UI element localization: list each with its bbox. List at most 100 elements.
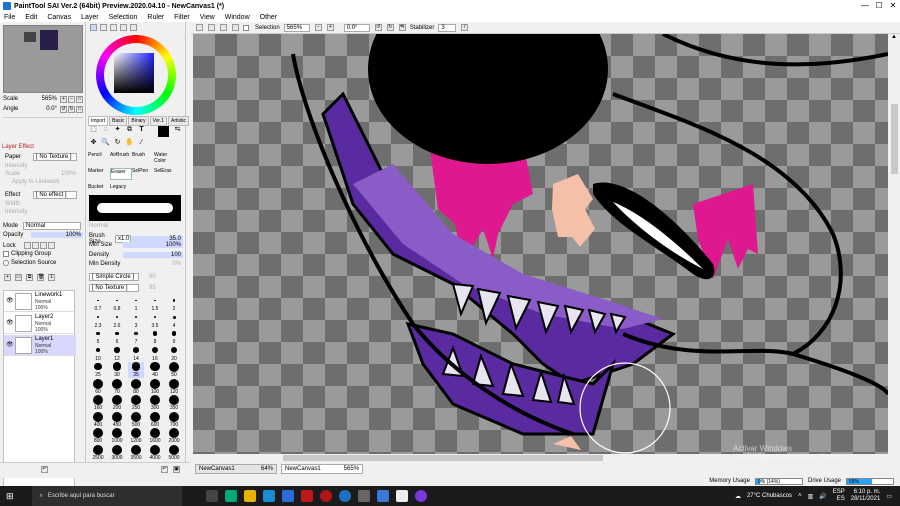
rotate-ccw-button[interactable]: ↺	[374, 24, 382, 31]
rotate-right-icon[interactable]: ↻	[68, 105, 75, 113]
brush-size-cell[interactable]: 1	[128, 296, 144, 312]
swatch-mode-icon[interactable]	[120, 24, 127, 31]
clipping-checkbox[interactable]	[3, 251, 9, 257]
brush-size-cell[interactable]: 7	[128, 329, 144, 345]
discord-icon[interactable]	[414, 490, 427, 502]
brush-size-cell[interactable]: 3.5	[147, 313, 163, 329]
new-folder-icon[interactable]: ▭	[15, 273, 22, 281]
network-icon[interactable]: ▥	[808, 493, 814, 500]
menu-edit[interactable]: Edit	[25, 14, 37, 21]
zoom-reset-icon[interactable]: □	[76, 95, 83, 103]
brush-size-cell[interactable]: 800	[90, 428, 106, 444]
tool-pencil[interactable]: Pencil	[88, 152, 110, 164]
brush-size-cell[interactable]: 1000	[109, 428, 125, 444]
brush-size-cell[interactable]: 450	[109, 411, 125, 428]
zoom-dropdown[interactable]: 565%	[283, 23, 310, 32]
doc-tab[interactable]: NewCanvas1 64%	[195, 464, 277, 474]
brush-size-cell[interactable]: 4	[166, 313, 182, 329]
brush-size-cell[interactable]: 14	[128, 346, 144, 362]
menu-selection[interactable]: Selection	[109, 14, 138, 21]
edge-icon[interactable]	[224, 490, 237, 502]
brush-size-cell[interactable]: 5000	[166, 444, 182, 461]
menu-layer[interactable]: Layer	[81, 14, 99, 21]
brush-size-cell[interactable]: 1200	[128, 428, 144, 444]
rgb-mode-icon[interactable]	[100, 24, 107, 31]
brush-size-cell[interactable]: 6	[109, 329, 125, 345]
language-indicator[interactable]: ESP ES	[833, 489, 845, 503]
brush-size-cell[interactable]: 120	[166, 378, 182, 395]
menu-file[interactable]: File	[4, 14, 15, 21]
min-density-slider[interactable]: 0%	[123, 261, 183, 267]
tool-marker[interactable]: Marker	[88, 168, 110, 180]
flip-icon[interactable]: ⇋	[398, 24, 406, 31]
minimize-button[interactable]: —	[858, 0, 872, 12]
visibility-eye-icon[interactable]: 👁	[6, 319, 14, 326]
undo-brush-icon[interactable]: ↶	[161, 466, 168, 473]
min-size-slider[interactable]: 100%	[123, 242, 183, 248]
brush-size-cell[interactable]: 700	[166, 411, 182, 428]
brush-size-cell[interactable]: 2	[166, 296, 182, 312]
merge-layer-icon[interactable]: ↧	[48, 273, 55, 281]
nav-angle-value[interactable]: 0.0°	[25, 106, 59, 112]
drawing-canvas[interactable]	[193, 34, 888, 454]
move-icon[interactable]: ✥	[88, 138, 99, 148]
toolbar-icon-b[interactable]	[208, 24, 215, 31]
brush-size-cell[interactable]: 100	[147, 378, 163, 395]
brush-size-cell[interactable]: 3	[128, 313, 144, 329]
selection-source-row[interactable]: Selection Source	[3, 260, 56, 266]
layer-row-selected[interactable]: 👁 Layer1 Normal 100%	[4, 335, 76, 356]
tab-ver1[interactable]: Ver.1	[149, 116, 167, 126]
new-layer-icon[interactable]: +	[4, 273, 11, 281]
brush-size-cell[interactable]: 1.5	[147, 296, 163, 312]
layer-effect-title[interactable]: Layer Effect	[2, 144, 34, 150]
rotate-cw-button[interactable]: ↻	[386, 24, 394, 31]
brush-size-cell[interactable]: 3500	[128, 444, 144, 461]
brush-size-cell[interactable]: 9	[166, 329, 182, 345]
color-square[interactable]	[114, 53, 154, 93]
weather-icon[interactable]: ☁	[735, 493, 741, 500]
layer-row[interactable]: 👁 Layer2 Normal 100%	[4, 313, 76, 334]
weather-text[interactable]: 27°C Chubascos	[747, 493, 792, 499]
hand-icon[interactable]: ✋	[124, 138, 135, 148]
selection-checkbox[interactable]	[243, 24, 249, 31]
zoom-out-icon[interactable]: −	[68, 95, 75, 103]
brush-size-cell[interactable]: 2000	[166, 428, 182, 444]
text-tool-icon[interactable]: T	[136, 125, 147, 135]
brush-size-cell[interactable]: 160	[90, 395, 106, 411]
brush-size-cell[interactable]: 50	[166, 362, 182, 378]
lock-transparency-icon[interactable]	[24, 242, 31, 249]
vertical-scrollbar[interactable]: ▲	[889, 34, 900, 454]
tool-selpen[interactable]: SelPen	[132, 168, 154, 180]
effect-dropdown[interactable]: [ No effect ]	[33, 191, 77, 199]
menu-ruler[interactable]: Ruler	[147, 14, 164, 21]
brush-size-cell[interactable]: 300	[147, 395, 163, 411]
brush-texture-dropdown[interactable]: [ No Texture ]	[89, 284, 139, 292]
toolbar-icon-a[interactable]	[196, 24, 203, 31]
brush-size-cell[interactable]: 600	[147, 411, 163, 428]
visibility-eye-icon[interactable]: 👁	[6, 297, 14, 304]
layer-row[interactable]: 👁 Linework1 Normal 100%	[4, 291, 76, 312]
rotate-reset-icon[interactable]: □	[76, 105, 83, 113]
file-explorer-icon[interactable]	[243, 490, 256, 502]
save-brush-icon[interactable]: ▣	[173, 466, 180, 473]
rotate-icon[interactable]: ↻	[112, 138, 123, 148]
brush-size-cell[interactable]: 350	[166, 395, 182, 411]
volume-icon[interactable]: 🔊	[819, 493, 826, 500]
eyedropper-icon[interactable]: ⁄	[136, 138, 147, 148]
menu-canvas[interactable]: Canvas	[47, 14, 71, 21]
nav-scale-value[interactable]: 565%	[25, 96, 59, 102]
brush-size-cell[interactable]: 250	[128, 395, 144, 411]
brush-size-cell[interactable]: 12	[109, 346, 125, 362]
brush-size-cell[interactable]: 0.7	[90, 296, 106, 312]
brush-size-cell[interactable]: 80	[128, 378, 144, 395]
opera-icon[interactable]	[319, 490, 332, 502]
doc-tab-active[interactable]: NewCanvas1 565%	[281, 464, 363, 474]
delete-layer-icon[interactable]: 🗑	[37, 273, 44, 281]
start-windows-icon[interactable]: ⊞	[6, 491, 14, 502]
chrome-icon[interactable]	[338, 490, 351, 502]
tool-seleras[interactable]: SelEras	[154, 168, 176, 180]
layer-select-icon[interactable]: ⧉	[124, 125, 135, 135]
notepad-icon[interactable]	[395, 490, 408, 502]
brush-size-cell[interactable]: 500	[128, 411, 144, 428]
straight-line-icon[interactable]: /	[461, 24, 469, 31]
